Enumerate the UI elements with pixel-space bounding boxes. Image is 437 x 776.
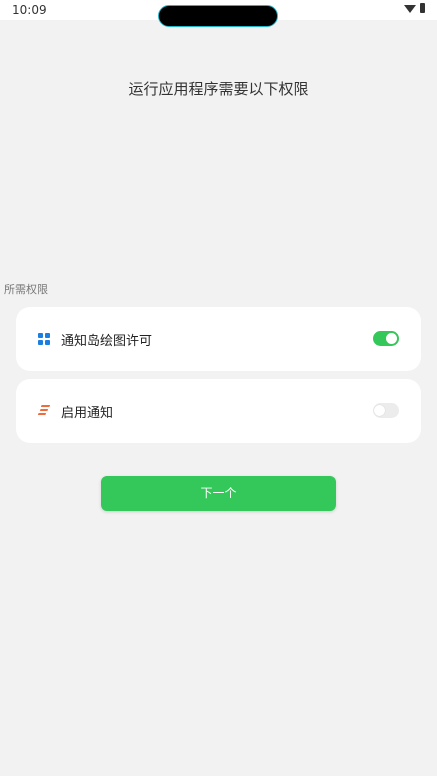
page-title: 运行应用程序需要以下权限: [128, 80, 309, 98]
toggle-knob: [374, 405, 385, 416]
section-label: 所需权限: [4, 283, 48, 296]
drawing-permission-toggle[interactable]: [373, 331, 399, 346]
notification-permission-toggle[interactable]: [373, 403, 399, 418]
permission-card-notification[interactable]: 启用通知: [16, 379, 421, 443]
next-button[interactable]: 下一个: [101, 476, 336, 511]
notification-lines-icon: [37, 405, 51, 417]
toggle-knob: [386, 333, 397, 344]
camera-cutout: [158, 5, 278, 27]
permission-label: 启用通知: [61, 406, 114, 421]
grid-icon: [38, 333, 50, 345]
wifi-icon: [404, 5, 416, 13]
status-time: 10:09: [12, 3, 47, 17]
status-icons: [404, 3, 425, 13]
battery-icon: [420, 3, 425, 13]
permission-card-drawing[interactable]: 通知岛绘图许可: [16, 307, 421, 371]
permission-label: 通知岛绘图许可: [61, 334, 153, 349]
